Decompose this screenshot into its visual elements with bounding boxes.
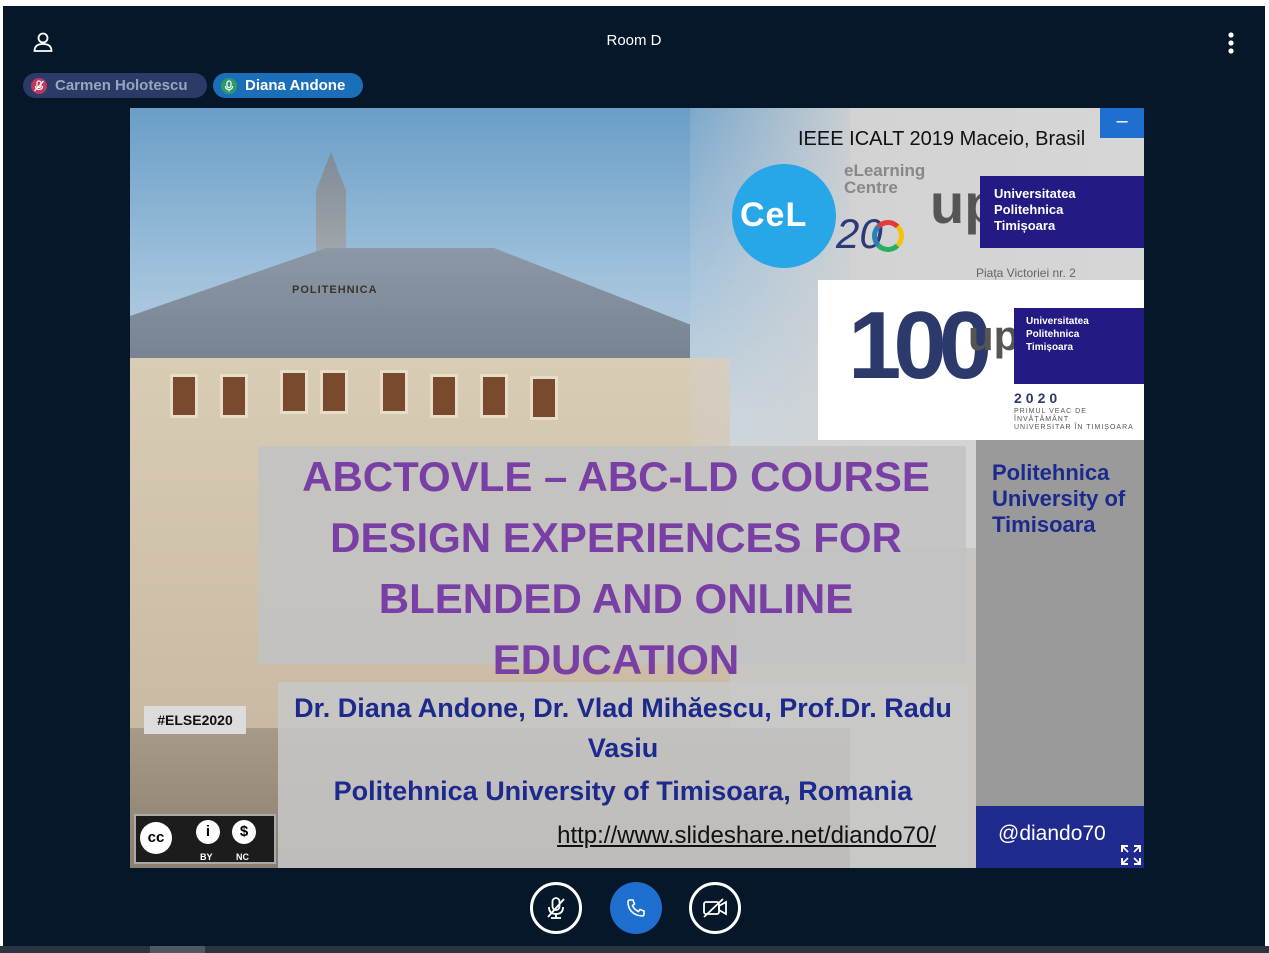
window-scrollbar[interactable] — [0, 946, 1269, 953]
mic-icon — [221, 77, 237, 94]
conference-label: IEEE ICALT 2019 Maceio, Brasil — [798, 128, 1086, 150]
slide-photo-window — [380, 370, 408, 414]
fullscreen-icon[interactable] — [1120, 844, 1142, 866]
cel-logo-text: CeL — [740, 196, 808, 234]
participant-name: Carmen Holotescu — [55, 77, 188, 94]
camera-off-icon — [703, 898, 727, 918]
centenary-logo: 100 up Universitatea Politehnica Timișoa… — [818, 280, 1144, 440]
mic-off-icon — [31, 77, 47, 94]
participant-pill-carmen[interactable]: Carmen Holotescu — [23, 73, 207, 98]
phone-icon — [627, 899, 645, 917]
creative-commons-badge: cc i $ BY NC — [134, 814, 276, 864]
shared-slide: POLITEHNICA IEEE ICALT 2019 Maceio, Bras… — [130, 108, 1144, 868]
conference-app: Room D Carmen Holotescu Diana Andone POL… — [3, 6, 1265, 946]
slide-photo-window — [220, 374, 248, 418]
address-label: Piața Victoriei nr. 2 — [976, 266, 1076, 280]
minimize-button[interactable]: – — [1100, 108, 1144, 138]
room-title: Room D — [606, 32, 662, 49]
by-icon: i — [196, 820, 220, 844]
side-title: Politehnica University of Timisoara — [992, 460, 1126, 537]
slide-photo-window — [280, 370, 308, 414]
cc-icon: cc — [140, 822, 172, 854]
hashtag-label: #ELSE2020 — [144, 706, 246, 734]
scrollbar-thumb[interactable] — [150, 946, 205, 953]
social-handle: @diando70 — [998, 822, 1106, 845]
hangup-button[interactable] — [610, 882, 662, 934]
elearning-label: eLearning Centre — [844, 161, 926, 197]
microphone-off-icon — [547, 897, 565, 919]
slide-photo-window — [480, 374, 508, 418]
slideshare-link[interactable]: http://www.slideshare.net/diando70/ — [380, 822, 936, 850]
building-sign: POLITEHNICA — [292, 284, 378, 296]
slide-photo-window — [430, 374, 458, 418]
mute-button[interactable] — [530, 882, 582, 934]
participant-pill-diana[interactable]: Diana Andone — [213, 73, 363, 98]
slide-authors: Dr. Diana Andone, Dr. Vlad Mihăescu, Pro… — [294, 693, 952, 763]
slide-photo-window — [320, 370, 348, 414]
more-options-icon[interactable] — [1221, 30, 1241, 56]
slide-title: ABCTOVLE – ABC-LD COURSE DESIGN EXPERIEN… — [302, 453, 930, 683]
nc-icon: $ — [232, 820, 256, 844]
participant-name: Diana Andone — [245, 77, 346, 94]
slide-affiliation: Politehnica University of Timisoara, Rom… — [333, 776, 913, 806]
upt-logo: up Universitatea Politehnica Timișoara — [930, 176, 1144, 248]
slide-photo-window — [530, 376, 558, 420]
camera-button[interactable] — [689, 882, 741, 934]
slide-photo-window — [170, 374, 198, 418]
colored-ring-icon — [872, 220, 904, 252]
